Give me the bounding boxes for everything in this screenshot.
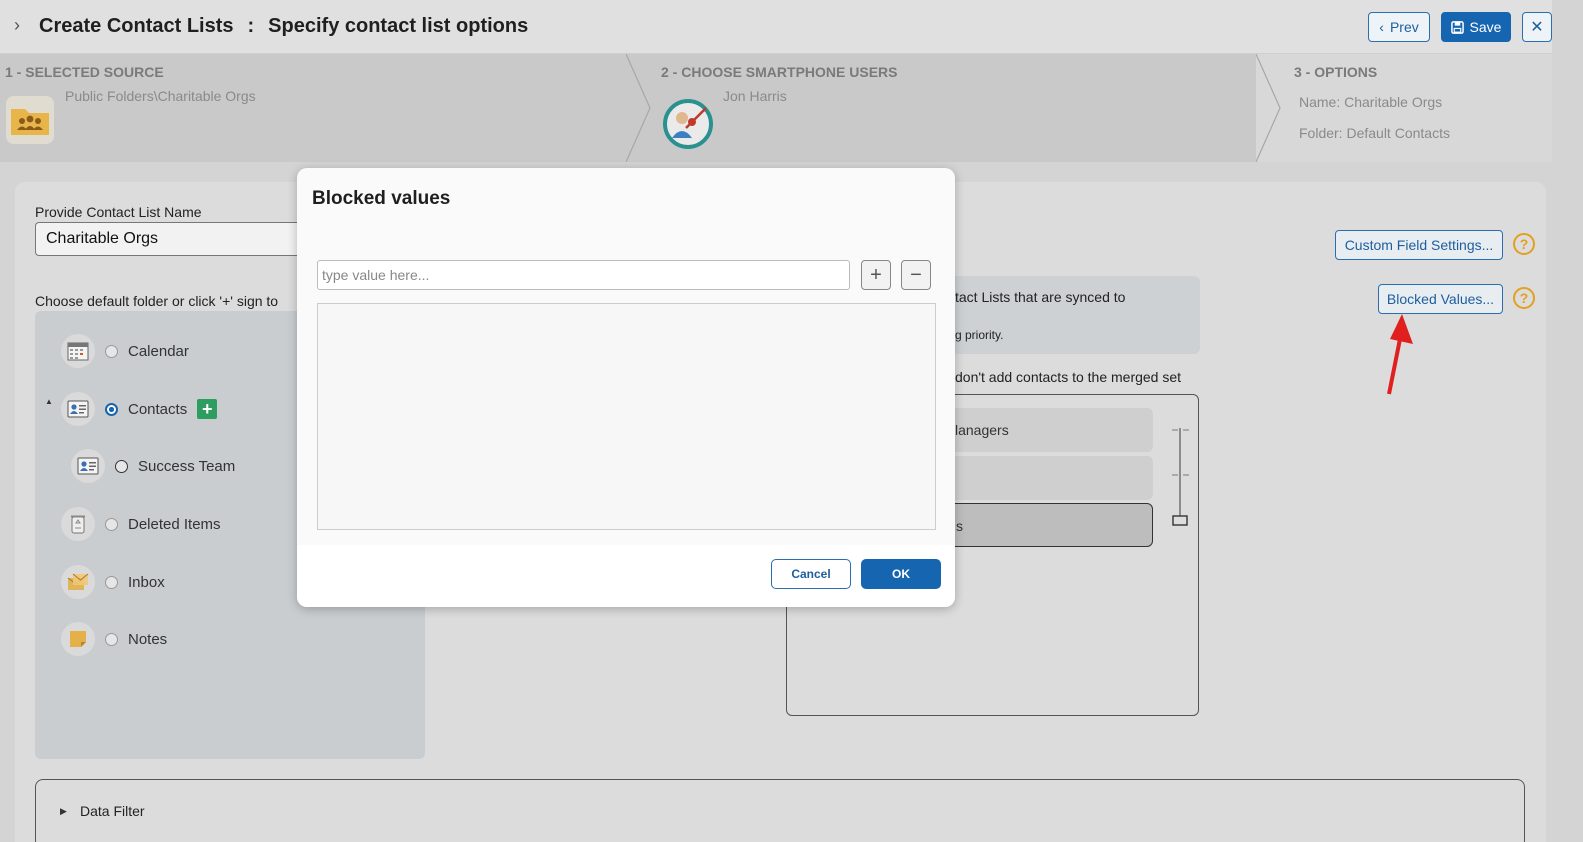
prev-button[interactable]: ‹ Prev [1368,12,1430,42]
step-divider-2 [1256,54,1281,162]
dialog-footer: Cancel OK [297,545,955,607]
merge-set-label: don't add contacts to the merged set [955,369,1182,385]
contact-list-name-input[interactable]: Charitable Orgs [35,222,305,256]
folder-radio-calendar[interactable] [105,344,118,358]
folder-radio-deleted-items[interactable] [105,517,118,531]
step-2-label: 2 - CHOOSE SMARTPHONE USERS [661,64,898,80]
close-button[interactable]: ✕ [1522,12,1552,42]
folder-label: Deleted Items [128,515,221,533]
blocked-values-button[interactable]: Blocked Values... [1378,284,1503,314]
folder-item-inbox[interactable]: Inbox [61,565,165,599]
step-3-label: 3 - OPTIONS [1294,64,1378,80]
step-1-label: 1 - SELECTED SOURCE [5,64,164,80]
folder-item-success-team[interactable]: Success Team [71,449,235,483]
folder-label: Success Team [138,457,236,475]
contact-card-icon [71,449,105,483]
shared-folder-icon [6,96,54,144]
folder-label: Inbox [128,573,165,591]
custom-field-settings-button[interactable]: Custom Field Settings... [1335,230,1503,260]
step-1-source: Public Folders\Charitable Orgs [65,88,256,104]
folder-label: Calendar [128,342,189,360]
contact-list-name-label: Provide Contact List Name [35,204,202,220]
cancel-button[interactable]: Cancel [771,559,851,589]
add-value-button[interactable]: + [861,260,891,290]
folder-radio-inbox[interactable] [105,575,118,589]
floppy-disk-icon [1450,20,1464,34]
data-filter-section[interactable]: ▶ Data Filter [35,779,1525,842]
plus-icon: + [201,398,213,419]
inbox-icon [61,565,95,599]
blocked-value-input[interactable] [317,260,850,290]
expand-triangle-icon[interactable]: ▶ [60,806,67,817]
ok-button[interactable]: OK [861,559,941,589]
step-3-name: Name: Charitable Orgs [1299,94,1443,110]
page-header: › Create Contact Lists: Specify contact l… [0,0,1552,54]
data-filter-label: Data Filter [80,803,145,819]
close-icon: ✕ [1530,19,1544,36]
page-title: Create Contact Lists: Specify contact lis… [39,15,529,37]
blocked-values-list[interactable] [317,303,936,530]
step-divider-1 [626,54,651,162]
folder-item-deleted-items[interactable]: Deleted Items [61,507,221,541]
sync-info-text: tact Lists that are synced to [955,289,1126,305]
smartphone-user-icon [662,98,714,155]
calendar-icon [61,334,95,368]
sync-info-priority-text: g priority. [955,328,1004,342]
minus-icon: − [910,263,922,286]
save-button[interactable]: Save [1441,12,1511,42]
expand-chevron-icon[interactable]: › [14,15,20,36]
folder-item-calendar[interactable]: Calendar [61,334,189,368]
folder-label: Contacts [128,400,188,418]
help-icon[interactable]: ? [1513,233,1535,255]
chevron-left-icon: ‹ [1379,19,1384,35]
folder-radio-contacts[interactable] [105,402,118,416]
folder-label: Notes [128,630,168,648]
folder-radio-notes[interactable] [105,632,118,646]
contact-card-icon [61,392,95,426]
trash-icon [61,507,95,541]
note-icon [61,622,95,656]
collapse-triangle-icon[interactable]: ▲ [45,397,53,406]
plus-icon: + [870,263,882,286]
add-folder-button[interactable]: + [197,398,218,419]
default-folder-label: Choose default folder or click '+' sign … [35,293,279,309]
wizard-steps: 1 - SELECTED SOURCE Public Folders\Chari… [0,54,1552,162]
priority-slider[interactable] [1170,426,1196,530]
step-3-folder: Folder: Default Contacts [1299,125,1450,141]
folder-item-notes[interactable]: Notes [61,622,167,656]
folder-radio-success-team[interactable] [115,459,128,473]
blocked-values-dialog: Blocked values + − Cancel OK [297,168,955,607]
step-2-user: Jon Harris [723,88,787,104]
annotation-arrow [1387,314,1413,395]
folder-item-contacts[interactable]: Contacts + [61,392,218,426]
remove-value-button[interactable]: − [901,260,931,290]
help-icon[interactable]: ? [1513,287,1535,309]
dialog-title: Blocked values [312,188,451,209]
